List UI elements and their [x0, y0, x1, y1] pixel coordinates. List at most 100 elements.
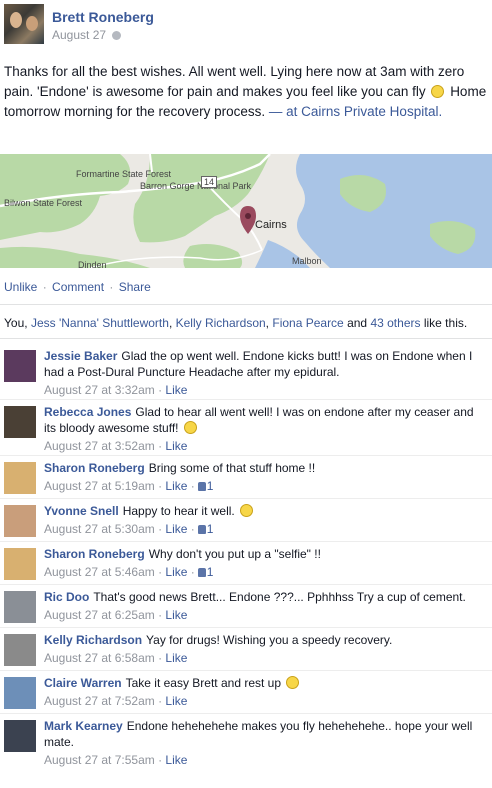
- comment-like-count[interactable]: 1: [207, 522, 214, 536]
- map-label-formartine: Formartine State Forest: [76, 169, 172, 179]
- comment-time[interactable]: August 27 at 3:32am: [44, 383, 155, 397]
- commenter-avatar[interactable]: [4, 406, 36, 438]
- comment-meta: August 27 at 6:58am · Like: [44, 651, 188, 665]
- comment-body: Yvonne Snell Happy to hear it well.: [44, 503, 488, 519]
- map-label-malbon: Malbon: [292, 256, 322, 266]
- commenter-name[interactable]: Yvonne Snell: [44, 504, 119, 518]
- like-thumb-icon: [197, 482, 206, 491]
- comment-item: Kelly Richardson Yay for drugs! Wishing y…: [0, 628, 492, 671]
- likes-comma: ,: [265, 316, 270, 330]
- comment-item: Mark Kearney Endone hehehehehe makes you …: [0, 714, 492, 769]
- like-thumb-icon: [197, 568, 206, 577]
- post-date[interactable]: August 27: [52, 28, 106, 42]
- commenter-name[interactable]: Kelly Richardson: [44, 633, 142, 647]
- commenter-name[interactable]: Rebecca Jones: [44, 405, 131, 419]
- likes-suffix: like this.: [423, 316, 468, 330]
- comment-text: That's good news Brett... Endone ???... …: [93, 590, 466, 604]
- news-feed-post: Brett Roneberg August 27 Thanks for all …: [0, 0, 492, 788]
- commenter-name[interactable]: Mark Kearney: [44, 719, 123, 733]
- smile-emoji-icon: [286, 676, 300, 689]
- comment-item: Yvonne Snell Happy to hear it well. Augus…: [0, 499, 492, 542]
- commenter-avatar[interactable]: [4, 720, 36, 752]
- comment-meta: August 27 at 5:30am · Like · 1: [44, 522, 214, 536]
- comment-text: Why don't you put up a "selfie" !!: [148, 547, 321, 561]
- likes-others-link[interactable]: 43 others: [370, 316, 420, 330]
- commenter-avatar[interactable]: [4, 505, 36, 537]
- post-date-row: August 27: [52, 28, 122, 42]
- map-label-dinden: Dinden: [78, 260, 107, 268]
- comment-like-count[interactable]: 1: [207, 565, 214, 579]
- unlike-link[interactable]: Unlike: [4, 280, 37, 294]
- comment-body: Kelly Richardson Yay for drugs! Wishing y…: [44, 632, 488, 648]
- location-prefix: — at: [268, 104, 298, 119]
- commenter-avatar[interactable]: [4, 591, 36, 623]
- map-graphic: [0, 154, 492, 268]
- likes-and: and: [347, 316, 368, 330]
- comment-like-link[interactable]: Like: [165, 608, 187, 622]
- comment-like-link[interactable]: Like: [165, 565, 187, 579]
- commenter-name[interactable]: Jessie Baker: [44, 349, 117, 363]
- map-label-bilwon: Bilwon State Forest: [4, 198, 83, 208]
- post-text: Thanks for all the best wishes. All went…: [4, 62, 488, 122]
- commenter-avatar[interactable]: [4, 548, 36, 580]
- comment-link[interactable]: Comment: [52, 280, 104, 294]
- share-link[interactable]: Share: [119, 280, 151, 294]
- comment-body: Sharon Roneberg Bring some of that stuff …: [44, 460, 488, 476]
- commenter-avatar[interactable]: [4, 350, 36, 382]
- comment-body: Mark Kearney Endone hehehehehe makes you …: [44, 718, 488, 750]
- author-name[interactable]: Brett Roneberg: [52, 9, 154, 25]
- smile-emoji-icon: [431, 85, 445, 98]
- comment-item: Sharon Roneberg Bring some of that stuff …: [0, 456, 492, 499]
- location-link[interactable]: Cairns Private Hospital.: [301, 104, 442, 119]
- comment-time[interactable]: August 27 at 3:52am: [44, 439, 155, 453]
- comment-meta: August 27 at 3:32am · Like: [44, 383, 188, 397]
- comment-like-link[interactable]: Like: [165, 522, 187, 536]
- comment-like-link[interactable]: Like: [165, 651, 187, 665]
- comment-time[interactable]: August 27 at 6:58am: [44, 651, 155, 665]
- comments-list: Jessie Baker Glad the op went well. Endon…: [0, 344, 492, 769]
- comment-body: Claire Warren Take it easy Brett and rest…: [44, 675, 488, 691]
- post-actions: Unlike · Comment · Share: [4, 280, 151, 294]
- globe-icon: [112, 31, 122, 40]
- comment-like-link[interactable]: Like: [165, 479, 187, 493]
- action-separator: ·: [109, 280, 114, 294]
- comment-meta: August 27 at 7:55am · Like: [44, 753, 188, 767]
- comment-meta: August 27 at 3:52am · Like: [44, 439, 188, 453]
- map-label-barron: Barron Gorge National Park: [140, 181, 251, 191]
- commenter-name[interactable]: Sharon Roneberg: [44, 461, 145, 475]
- location-map[interactable]: Formartine State Forest Barron Gorge Nat…: [0, 154, 492, 268]
- liker-link[interactable]: Jess 'Nanna' Shuttleworth: [31, 316, 169, 330]
- commenter-name[interactable]: Claire Warren: [44, 676, 122, 690]
- comment-text: Take it easy Brett and rest up: [125, 676, 282, 690]
- comment-like-count[interactable]: 1: [207, 479, 214, 493]
- comment-meta: August 27 at 5:19am · Like · 1: [44, 479, 214, 493]
- map-label-road14: 14: [201, 176, 218, 188]
- commenter-name[interactable]: Sharon Roneberg: [44, 547, 145, 561]
- comment-time[interactable]: August 27 at 7:55am: [44, 753, 155, 767]
- comment-item: Rebecca Jones Glad to hear all went well!…: [0, 400, 492, 456]
- author-avatar[interactable]: [4, 4, 44, 44]
- comment-like-link[interactable]: Like: [165, 753, 187, 767]
- comment-time[interactable]: August 27 at 5:46am: [44, 565, 155, 579]
- comment-time[interactable]: August 27 at 6:25am: [44, 608, 155, 622]
- liker-link[interactable]: Fiona Pearce: [272, 316, 343, 330]
- comment-like-link[interactable]: Like: [165, 694, 187, 708]
- comment-like-link[interactable]: Like: [165, 439, 187, 453]
- commenter-avatar[interactable]: [4, 634, 36, 666]
- commenter-avatar[interactable]: [4, 677, 36, 709]
- commenter-name[interactable]: Ric Doo: [44, 590, 89, 604]
- comment-item: Sharon Roneberg Why don't you put up a "s…: [0, 542, 492, 585]
- comment-text: Yay for drugs! Wishing you a speedy reco…: [146, 633, 393, 647]
- comment-time[interactable]: August 27 at 7:52am: [44, 694, 155, 708]
- likes-you: You,: [4, 316, 28, 330]
- comment-like-link[interactable]: Like: [165, 383, 187, 397]
- comment-body: Jessie Baker Glad the op went well. Endon…: [44, 348, 488, 380]
- liker-link[interactable]: Kelly Richardson: [176, 316, 266, 330]
- post-text-body: Thanks for all the best wishes. All went…: [4, 64, 465, 99]
- comment-time[interactable]: August 27 at 5:19am: [44, 479, 155, 493]
- commenter-avatar[interactable]: [4, 462, 36, 494]
- comment-text: Happy to hear it well.: [122, 504, 235, 518]
- likes-summary: You, Jess 'Nanna' Shuttleworth, Kelly Ri…: [4, 316, 467, 330]
- comment-meta: August 27 at 5:46am · Like · 1: [44, 565, 214, 579]
- comment-time[interactable]: August 27 at 5:30am: [44, 522, 155, 536]
